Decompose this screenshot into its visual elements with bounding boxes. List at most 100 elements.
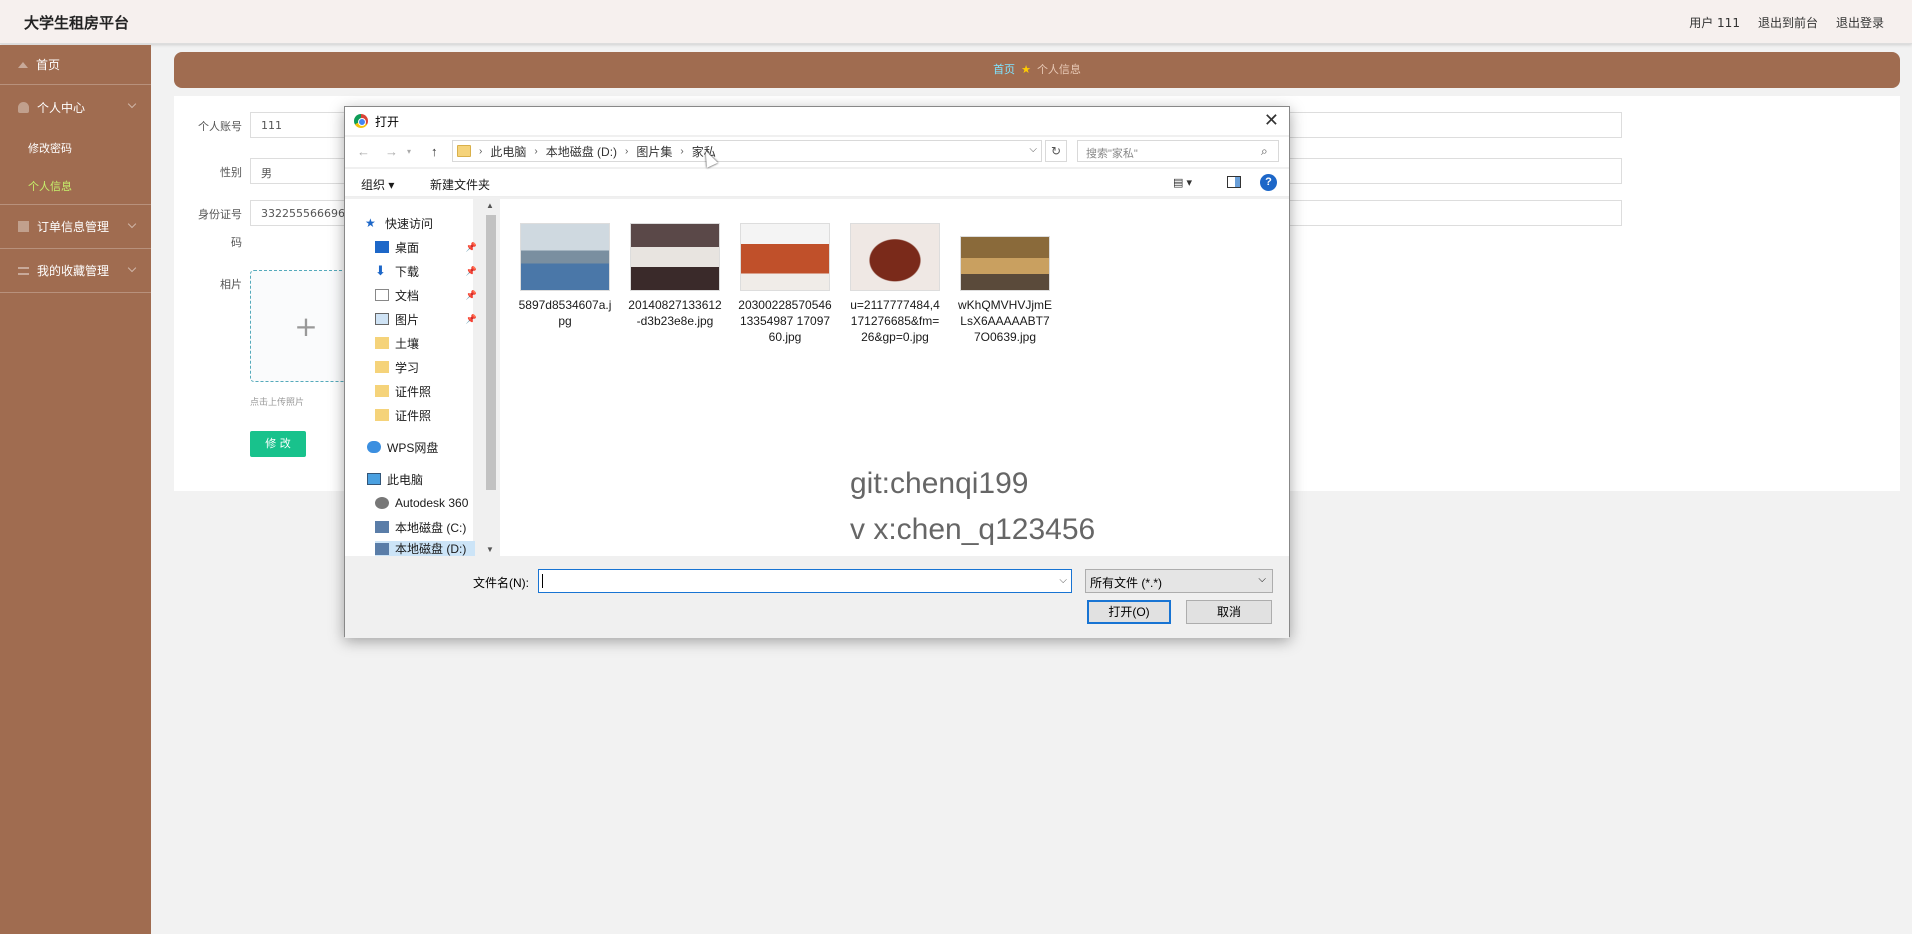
new-folder-button[interactable]: 新建文件夹 <box>430 176 490 193</box>
star-icon: ★ <box>365 216 376 230</box>
chevron-down-icon[interactable]: ⌵ <box>1059 575 1067 586</box>
file-item[interactable]: 20140827133612-d3b23e8e.jpg <box>628 223 722 329</box>
nav-label: 学习 <box>395 360 420 375</box>
sidebar-item-orders[interactable]: 订单信息管理 <box>0 205 151 249</box>
sidebar-item-home[interactable]: 首页 <box>0 45 151 85</box>
dialog-title: 打开 <box>375 115 400 129</box>
drive-icon <box>375 542 389 555</box>
chevron-down-icon[interactable]: ⌵ <box>1029 144 1037 155</box>
sidebar-item-label: 个人中心 <box>37 100 86 115</box>
breadcrumb-current: 个人信息 <box>1036 63 1081 76</box>
file-name: wKhQMVHVJjmELsX6AAAAABT77O0639.jpg <box>958 298 1053 344</box>
scroll-up-icon[interactable]: ▲ <box>486 201 494 210</box>
sidebar-item-favorites[interactable]: 我的收藏管理 <box>0 249 151 293</box>
file-name: u=2117777484,4171276685&fm=26&gp=0.jpg <box>850 298 940 344</box>
nav-label: 此电脑 <box>387 472 424 487</box>
nav-folder[interactable]: 学习 <box>375 357 475 377</box>
chevron-right-icon: › <box>479 145 483 157</box>
back-arrow-icon[interactable]: ← <box>357 144 370 159</box>
sidebar-item-change-password[interactable]: 修改密码 <box>0 129 151 167</box>
nav-folder[interactable]: 证件照 <box>375 381 475 401</box>
table-icon <box>18 221 29 232</box>
preview-pane-icon[interactable] <box>1227 176 1241 188</box>
path-segment[interactable]: 此电脑 <box>490 143 526 160</box>
breadcrumb: 首页 ★ 个人信息 <box>174 52 1900 88</box>
scroll-thumb[interactable] <box>486 215 496 490</box>
nav-downloads[interactable]: ⬇ 下载 📌 <box>375 261 477 281</box>
file-item[interactable]: 5897d8534607a.jpg <box>518 223 612 329</box>
filetype-select[interactable]: 所有文件 (*.*) ⌵ <box>1085 569 1273 593</box>
path-segment[interactable]: 图片集 <box>636 143 672 160</box>
nav-this-pc[interactable]: 此电脑 <box>367 469 467 489</box>
path-segment[interactable]: 本地磁盘 (D:) <box>546 143 617 160</box>
filename-input[interactable]: ⌵ <box>538 569 1072 593</box>
refresh-icon[interactable]: ↻ <box>1045 140 1067 162</box>
image-thumbnail <box>630 223 720 291</box>
up-arrow-icon[interactable]: ↑ <box>431 144 438 159</box>
logout-link[interactable]: 退出登录 <box>1836 14 1884 31</box>
chrome-icon <box>354 114 368 128</box>
forward-arrow-icon[interactable]: → <box>385 144 398 159</box>
file-item[interactable]: wKhQMVHVJjmELsX6AAAAABT77O0639.jpg <box>958 223 1052 345</box>
chevron-down-icon <box>127 219 137 229</box>
nav-drive-c[interactable]: 本地磁盘 (C:) <box>375 517 475 537</box>
recent-dropdown-icon[interactable]: ▾ <box>407 147 411 156</box>
watermark-line: v x:chen_q123456 <box>850 513 1096 546</box>
pin-icon: 📌 <box>465 242 477 252</box>
file-list: 5897d8534607a.jpg 20140827133612-d3b23e8… <box>500 199 1289 556</box>
nav-label: WPS网盘 <box>387 440 439 455</box>
image-thumbnail <box>520 223 610 291</box>
address-bar[interactable]: › 此电脑 › 本地磁盘 (D:) › 图片集 › 家私 ⌵ <box>452 140 1042 162</box>
folder-icon <box>375 361 389 373</box>
help-icon[interactable]: ? <box>1260 174 1277 191</box>
sidebar-item-personal-info[interactable]: 个人信息 <box>0 167 151 205</box>
nav-pictures[interactable]: 图片 📌 <box>375 309 477 329</box>
desktop-icon <box>375 241 389 253</box>
breadcrumb-home[interactable]: 首页 <box>993 63 1015 76</box>
nav-documents[interactable]: 文档 📌 <box>375 285 477 305</box>
nav-quick-access[interactable]: ★ 快速访问 <box>365 213 465 233</box>
dialog-toolbar: 组织 ▾ 新建文件夹 ▤ ▾ ? <box>345 169 1289 197</box>
chevron-right-icon: › <box>534 145 538 157</box>
nav-desktop[interactable]: 桌面 📌 <box>375 237 477 257</box>
folder-icon <box>375 385 389 397</box>
search-input[interactable]: 搜索"家私" <box>1077 140 1279 162</box>
nav-label: 下载 <box>395 264 420 279</box>
nav-folder[interactable]: 证件照 <box>375 405 475 425</box>
search-icon[interactable]: ⌕ <box>1261 144 1283 159</box>
dialog-nav-row: ← → ▾ ↑ › 此电脑 › 本地磁盘 (D:) › 图片集 › 家私 ⌵ ↻… <box>345 137 1289 167</box>
sidebar-item-personal-center[interactable]: 个人中心 <box>0 85 151 129</box>
nav-label: 本地磁盘 (D:) <box>395 542 467 556</box>
watermark-text: git:chenqi199 v x:chen_q123456 <box>850 461 1095 553</box>
folder-icon <box>375 409 389 421</box>
back-to-front-link[interactable]: 退出到前台 <box>1758 14 1818 31</box>
sidebar-item-label: 我的收藏管理 <box>37 264 110 278</box>
nav-autodesk[interactable]: Autodesk 360 <box>375 493 475 513</box>
scroll-down-icon[interactable]: ▼ <box>486 545 494 554</box>
dialog-footer: 文件名(N): ⌵ 所有文件 (*.*) ⌵ 打开(O) 取消 <box>345 556 1289 638</box>
chevron-right-icon: › <box>680 145 684 157</box>
nav-label: 本地磁盘 (C:) <box>395 520 467 535</box>
cancel-button[interactable]: 取消 <box>1186 600 1272 624</box>
submit-button[interactable]: 修 改 <box>250 431 306 457</box>
open-button[interactable]: 打开(O) <box>1087 600 1171 624</box>
sidebar-item-label: 首页 <box>36 58 61 72</box>
dialog-titlebar: 打开 ✕ <box>345 107 1289 135</box>
view-options-icon[interactable]: ▤ ▾ <box>1173 176 1199 190</box>
file-item[interactable]: 2030022857054613354987 1709760.jpg <box>738 223 832 345</box>
pin-icon: 📌 <box>465 266 477 276</box>
nav-scrollbar[interactable]: ▲ ▼ <box>484 199 498 556</box>
nav-label: 图片 <box>395 312 420 327</box>
nav-folder[interactable]: 土壤 <box>375 333 475 353</box>
id-label: 身份证号 <box>198 208 242 221</box>
top-bar: 大学生租房平台 用户 111 退出到前台 退出登录 <box>0 0 1912 44</box>
document-icon <box>375 289 389 301</box>
close-icon[interactable]: ✕ <box>1264 110 1279 131</box>
file-item[interactable]: u=2117777484,4171276685&fm=26&gp=0.jpg <box>848 223 942 345</box>
gender-label: 性别 <box>220 166 242 179</box>
nav-wps-cloud[interactable]: WPS网盘 <box>367 437 467 457</box>
organize-menu[interactable]: 组织 ▾ <box>361 176 394 193</box>
plus-icon: + <box>294 309 318 343</box>
top-nav: 用户 111 退出到前台 退出登录 <box>1689 14 1884 31</box>
nav-drive-d[interactable]: 本地磁盘 (D:) <box>375 541 475 556</box>
